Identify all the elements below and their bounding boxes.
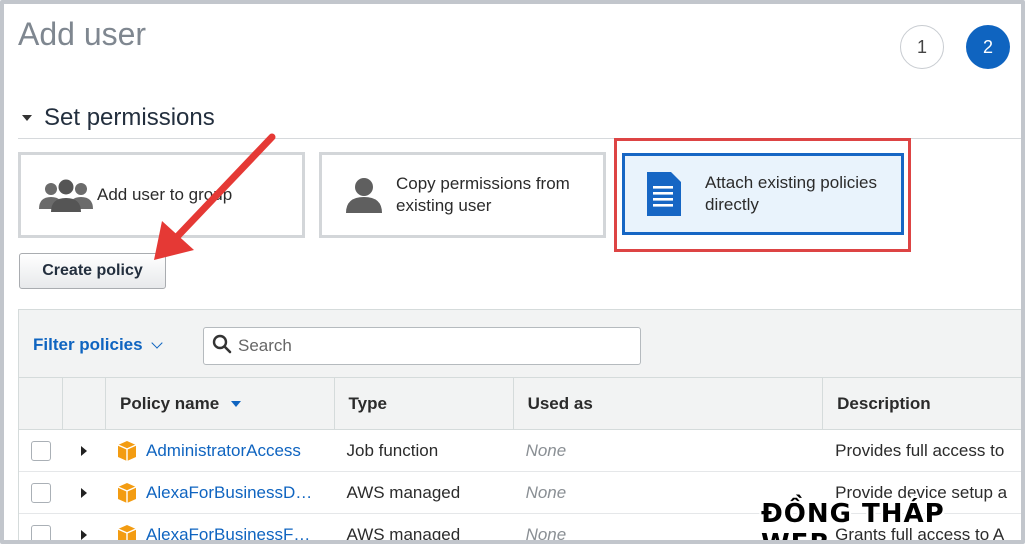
expand-caret-icon[interactable]: [81, 529, 88, 540]
highlight-box: Attach existing policies directly: [614, 138, 911, 252]
policy-cube-icon: [117, 482, 137, 503]
row-select-cell: [19, 430, 63, 472]
row-select-cell: [19, 514, 63, 540]
row-checkbox[interactable]: [30, 482, 51, 503]
document-icon: [641, 172, 685, 216]
header-select-cell: [19, 378, 63, 430]
row-expand-cell: [63, 514, 107, 541]
step-2-indicator[interactable]: 2: [966, 25, 1010, 69]
policy-name-link[interactable]: AlexaForBusinessD…: [146, 483, 312, 503]
policy-cube-icon: [117, 440, 137, 461]
policy-name-link[interactable]: AlexaForBusinessF…: [146, 525, 310, 541]
group-icon: [35, 175, 97, 215]
copy-permissions-option[interactable]: Copy permissions from existing user: [319, 152, 606, 238]
create-policy-button[interactable]: Create policy: [19, 253, 166, 289]
policy-type-cell: AWS managed: [346, 482, 461, 502]
column-label: Policy name: [120, 394, 220, 413]
row-checkbox[interactable]: [30, 524, 51, 540]
table-toolbar: Filter policies: [19, 310, 1021, 378]
expand-caret-icon[interactable]: [81, 487, 88, 498]
row-checkbox[interactable]: [30, 440, 51, 461]
step-1-indicator[interactable]: 1: [900, 25, 944, 69]
policy-type-cell: AWS managed: [346, 524, 461, 544]
set-permissions-header[interactable]: Set permissions: [22, 104, 215, 132]
column-header-description[interactable]: Description: [823, 378, 1021, 430]
search-input[interactable]: [238, 336, 618, 356]
column-header-type[interactable]: Type: [335, 378, 514, 430]
table-row[interactable]: AdministratorAccess Job function None Pr…: [19, 430, 1021, 472]
sort-descending-icon: [231, 401, 242, 407]
row-select-cell: [19, 472, 63, 514]
filter-label: Filter policies: [33, 335, 143, 354]
policy-used-as-cell: None: [525, 440, 567, 460]
add-user-to-group-option[interactable]: Add user to group: [18, 152, 305, 238]
policy-description-cell: Provides full access to: [835, 440, 1005, 460]
policy-name-cell: AlexaForBusinessD…: [106, 472, 334, 514]
table-header: Policy name Type Used as Description: [19, 378, 1021, 430]
header-expand-cell: [63, 378, 106, 430]
watermark-text: ĐỒNG THÁP WEB: [761, 499, 945, 544]
column-header-used-as[interactable]: Used as: [514, 378, 824, 430]
search-icon: [212, 334, 232, 359]
page-title: Add user: [18, 16, 147, 52]
caret-down-icon: [22, 115, 32, 121]
policy-name-cell: AdministratorAccess: [106, 430, 334, 472]
policy-name-cell: AlexaForBusinessF…: [106, 514, 334, 541]
row-expand-cell: [63, 430, 107, 472]
chevron-down-icon: [150, 337, 163, 349]
attach-existing-policies-option[interactable]: Attach existing policies directly: [622, 153, 904, 235]
option-label: Add user to group: [97, 185, 233, 204]
option-label: Copy permissions from existing user: [396, 174, 570, 215]
add-user-window: Add user 1 2 Set permissions Add user to…: [0, 0, 1025, 544]
search-box[interactable]: [203, 327, 641, 365]
policy-name-link[interactable]: AdministratorAccess: [146, 441, 301, 461]
user-icon: [336, 175, 392, 215]
expand-caret-icon[interactable]: [81, 445, 88, 456]
filter-policies-dropdown[interactable]: Filter policies: [33, 335, 163, 355]
policy-cube-icon: [117, 524, 137, 540]
row-expand-cell: [63, 472, 107, 514]
section-title: Set permissions: [44, 104, 215, 131]
column-header-policy-name[interactable]: Policy name: [106, 378, 335, 430]
option-label: Attach existing policies directly: [705, 173, 877, 214]
policy-type-cell: Job function: [346, 440, 439, 460]
